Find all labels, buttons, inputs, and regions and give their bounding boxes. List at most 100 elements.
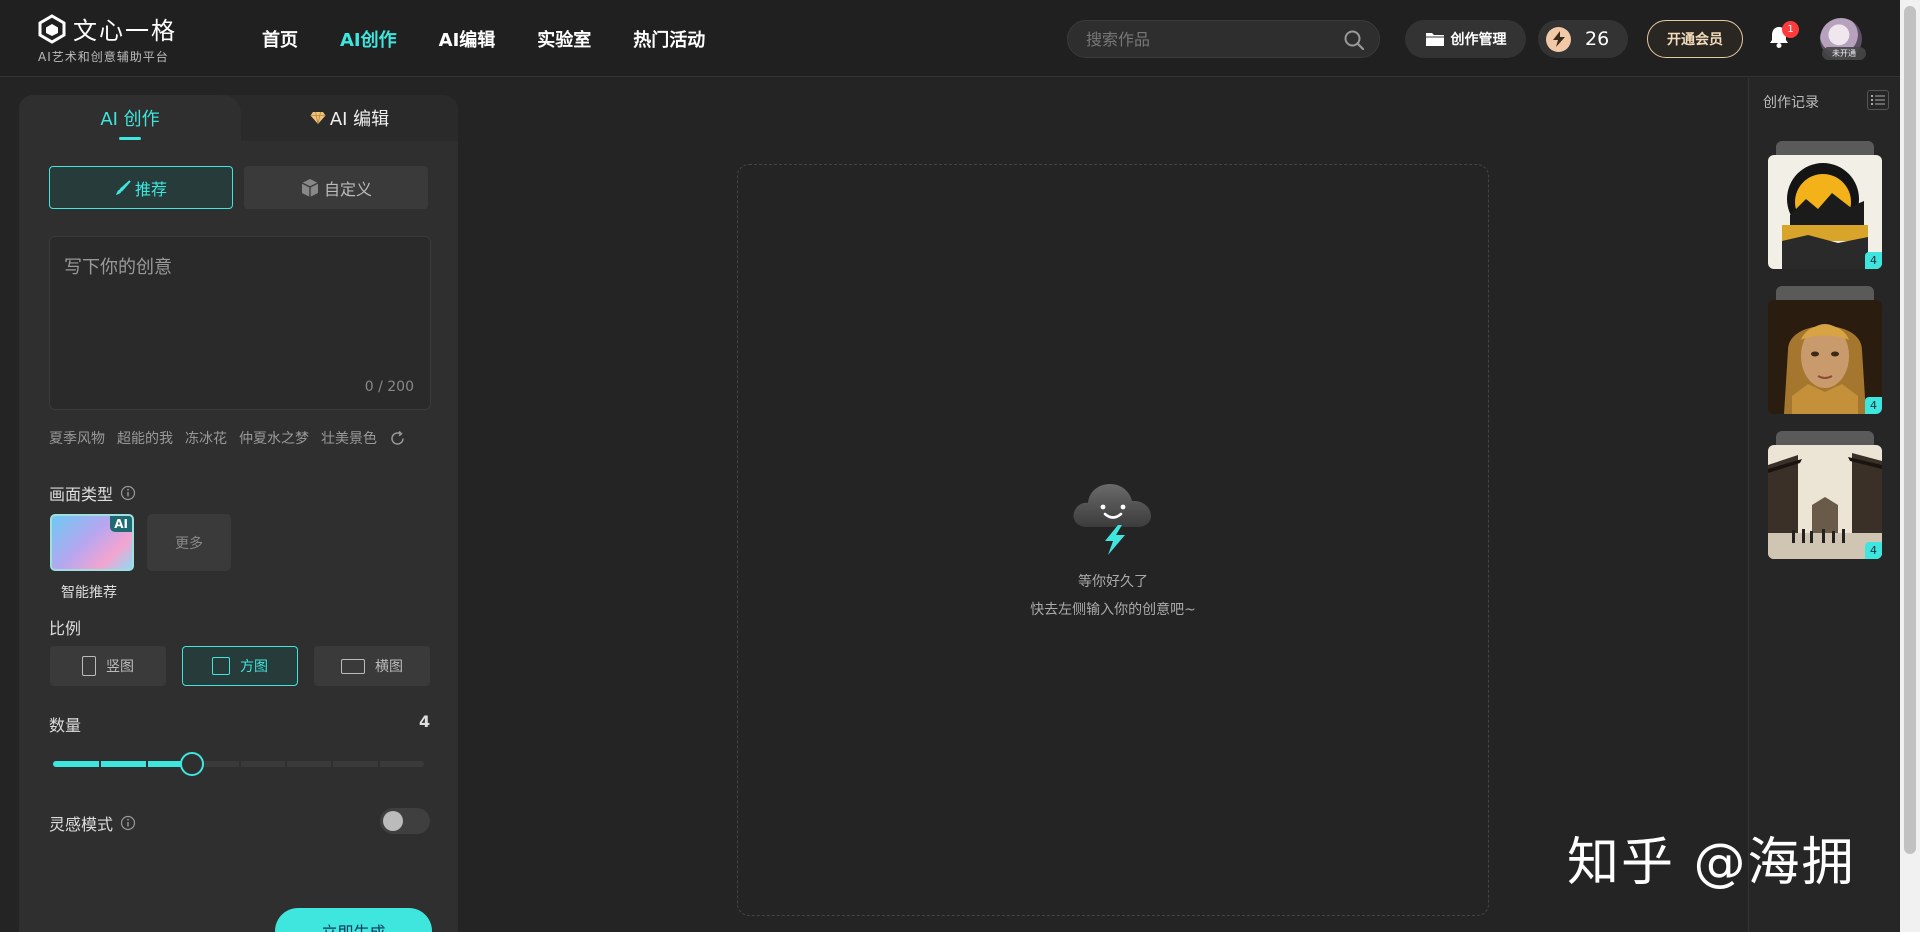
suggestion-tag[interactable]: 仲夏水之梦	[239, 428, 309, 448]
result-canvas: 等你好久了 快去左侧输入你的创意吧~	[737, 164, 1489, 916]
stack-edge	[1776, 286, 1874, 300]
scrollbar-thumb[interactable]	[1904, 6, 1916, 854]
tab-ai-create[interactable]: AI 创作	[19, 95, 241, 141]
slider-segment-divider	[377, 761, 380, 767]
create-panel: AI 创作 AI 编辑 推荐 自定义 0 / 200	[19, 95, 458, 932]
prompt-box: 0 / 200	[49, 236, 431, 410]
vip-button[interactable]: 开通会员	[1647, 20, 1743, 58]
slider-fill	[53, 761, 193, 767]
generate-button[interactable]: 立即生成	[275, 908, 432, 932]
notification-badge: 1	[1782, 21, 1799, 38]
tab-active-indicator	[119, 137, 141, 140]
suggestion-tags: 夏季风物 超能的我 冻冰花 仲夏水之梦 壮美景色	[49, 428, 406, 448]
history-item[interactable]: 4	[1768, 286, 1882, 414]
search-input[interactable]	[1086, 28, 1336, 50]
smiling-cloud-icon	[1073, 484, 1151, 555]
avatar-status-tag: 未开通	[1822, 47, 1866, 60]
history-item[interactable]: 4	[1768, 431, 1882, 559]
mode-recommend-label: 推荐	[134, 179, 167, 199]
notification-bell[interactable]: 1	[1768, 21, 1799, 53]
ratio-portrait-label: 竖图	[106, 659, 134, 675]
history-sidebar: 创作记录 4 4 4	[1748, 78, 1900, 932]
image-count-badge: 4	[1865, 542, 1882, 559]
stack-edge	[1776, 141, 1874, 155]
mode-custom-label: 自定义	[323, 179, 372, 199]
suggestion-tag[interactable]: 超能的我	[117, 428, 173, 448]
ratio-square-label: 方图	[240, 659, 268, 675]
credits-display[interactable]: 26	[1538, 20, 1628, 58]
square-ratio-icon	[212, 657, 230, 675]
nav-item-ai-edit[interactable]: AI编辑	[439, 26, 496, 52]
mode-custom-button[interactable]: 自定义	[244, 166, 428, 209]
empty-state-title: 等你好久了	[1078, 574, 1148, 590]
history-thumbnail-sunset: 4	[1768, 155, 1882, 269]
main-nav: 首页 AI创作 AI编辑 实验室 热门活动	[262, 0, 747, 77]
refresh-icon[interactable]	[389, 430, 406, 447]
suggestion-tag[interactable]: 夏季风物	[49, 428, 105, 448]
style-card-label: 智能推荐	[61, 585, 117, 601]
creation-manage-button[interactable]: 创作管理	[1405, 20, 1526, 58]
slider-knob[interactable]	[180, 752, 205, 776]
ratio-label: 比例	[49, 619, 82, 638]
image-count-badge: 4	[1865, 252, 1882, 269]
toggle-knob	[383, 811, 403, 831]
lightning-coin-icon	[1546, 26, 1571, 52]
history-thumbnail-portrait: 4	[1768, 300, 1882, 414]
inspiration-toggle[interactable]	[380, 808, 430, 834]
folder-icon	[1425, 33, 1444, 46]
ratio-landscape-button[interactable]: 横图	[314, 646, 430, 686]
info-icon[interactable]	[120, 485, 136, 501]
tab-ai-create-label: AI 创作	[100, 109, 160, 130]
slider-segment-divider	[238, 761, 241, 767]
ratio-landscape-label: 横图	[375, 659, 403, 675]
panel-body: 推荐 自定义 0 / 200 夏季风物 超能的我 冻冰花 仲夏水之梦 壮美景色	[19, 141, 458, 932]
landscape-ratio-icon	[341, 658, 365, 674]
search-box	[1067, 20, 1380, 58]
page-scrollbar[interactable]	[1900, 0, 1920, 932]
tab-ai-edit[interactable]: AI 编辑	[241, 95, 458, 141]
prompt-input[interactable]	[64, 253, 414, 373]
credits-count: 26	[1585, 28, 1610, 50]
brand-subtitle: AI艺术和创意辅助平台	[38, 50, 169, 64]
nav-item-home[interactable]: 首页	[262, 26, 298, 52]
suggestion-tag[interactable]: 壮美景色	[321, 428, 377, 448]
suggestion-tag[interactable]: 冻冰花	[185, 428, 227, 448]
nav-item-lab[interactable]: 实验室	[537, 26, 591, 52]
cube-icon	[301, 178, 319, 197]
stack-edge	[1776, 431, 1874, 445]
ratio-square-button[interactable]: 方图	[182, 646, 298, 686]
ai-badge: AI	[110, 516, 132, 532]
portrait-ratio-icon	[82, 656, 96, 676]
mode-recommend-button[interactable]: 推荐	[49, 166, 233, 209]
style-more-button[interactable]: 更多	[147, 514, 231, 571]
top-bar: 文心一格 AI艺术和创意辅助平台 首页 AI创作 AI编辑 实验室 热门活动 创…	[0, 0, 1900, 77]
empty-state: 等你好久了 快去左侧输入你的创意吧~	[738, 463, 1488, 619]
history-item[interactable]: 4	[1768, 141, 1882, 269]
quantity-slider[interactable]	[53, 752, 424, 776]
ratio-label-row: 比例	[49, 615, 81, 639]
history-thumbnail-street: 4	[1768, 445, 1882, 559]
style-card-smart[interactable]: AI	[50, 514, 134, 571]
creation-manage-label: 创作管理	[1450, 32, 1507, 48]
info-icon[interactable]	[120, 815, 136, 831]
list-view-icon[interactable]	[1867, 90, 1889, 110]
nav-item-ai-create[interactable]: AI创作	[340, 26, 397, 52]
quantity-label-row: 数量	[49, 712, 81, 736]
brand-title: 文心一格	[73, 17, 177, 45]
brand-logo[interactable]: 文心一格 AI艺术和创意辅助平台	[37, 11, 177, 65]
image-count-badge: 4	[1865, 397, 1882, 414]
slider-segment-divider	[284, 761, 287, 767]
prompt-char-counter: 0 / 200	[364, 379, 414, 395]
quantity-label: 数量	[49, 716, 82, 735]
nav-item-events[interactable]: 热门活动	[633, 26, 705, 52]
style-type-label: 画面类型	[49, 485, 114, 504]
quantity-value: 4	[419, 712, 431, 731]
diamond-icon	[310, 111, 326, 125]
history-title: 创作记录	[1763, 95, 1819, 111]
brush-icon	[115, 179, 131, 195]
slider-segment-divider	[99, 761, 102, 767]
search-icon[interactable]	[1343, 29, 1365, 51]
slider-segment-divider	[331, 761, 334, 767]
ratio-portrait-button[interactable]: 竖图	[50, 646, 166, 686]
slider-segment-divider	[145, 761, 148, 767]
